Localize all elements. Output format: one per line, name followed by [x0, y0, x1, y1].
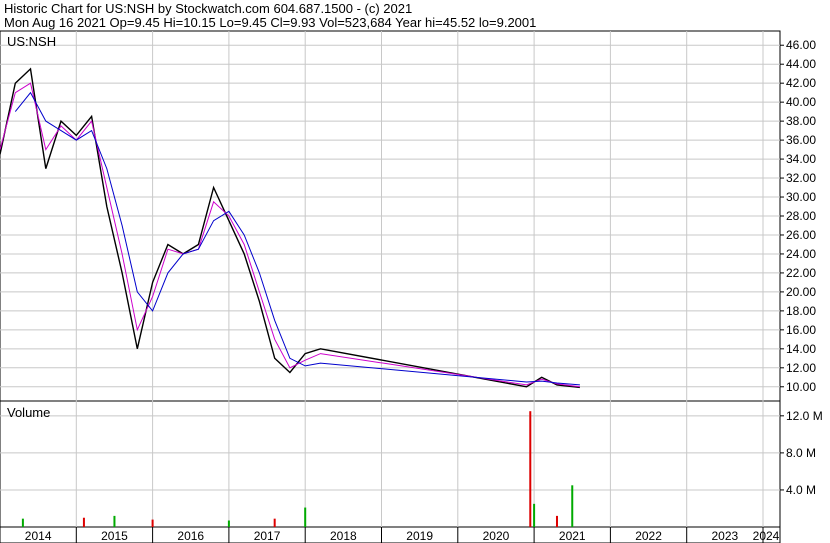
volume-tick-label: 12.0 M	[786, 409, 823, 423]
year-label: 2020	[483, 529, 510, 543]
volume-bar	[113, 515, 116, 527]
volume-bar	[571, 485, 574, 527]
year-label: 2018	[330, 529, 357, 543]
price-axis: 46.00 44.00 42.00 40.00 38.00 36.00 34.00 32.00…	[780, 38, 816, 394]
volume-panel-frame	[0, 400, 781, 528]
price-tick-label: 34.00	[786, 152, 816, 166]
price-panel-title: US:NSH	[7, 34, 56, 49]
volume-bar	[273, 518, 276, 527]
price-tick-label: 24.00	[786, 247, 816, 261]
year-label: 2021	[559, 529, 586, 543]
price-tick-label: 20.00	[786, 285, 816, 299]
volume-bar	[529, 411, 532, 527]
price-tick-label: 44.00	[786, 57, 816, 71]
price-tick-label: 18.00	[786, 304, 816, 318]
year-label: 2024	[753, 529, 780, 543]
price-tick-label: 26.00	[786, 228, 816, 242]
year-label: 2019	[406, 529, 433, 543]
year-label: 2023	[711, 529, 738, 543]
price-tick-label: 30.00	[786, 190, 816, 204]
volume-bar	[21, 518, 24, 527]
price-tick-label: 12.00	[786, 361, 816, 375]
price-tick-label: 28.00	[786, 209, 816, 223]
volume-panel-title: Volume	[7, 405, 50, 420]
year-label: 2022	[635, 529, 662, 543]
price-tick-label: 32.00	[786, 171, 816, 185]
volume-bar	[151, 519, 154, 527]
volume-bar	[227, 520, 230, 527]
year-label: 2016	[177, 529, 204, 543]
volume-bar	[555, 515, 558, 527]
volume-bar	[533, 503, 536, 527]
volume-bar	[82, 517, 85, 527]
price-tick-label: 46.00	[786, 38, 816, 52]
volume-tick-label: 4.0 M	[786, 483, 816, 497]
price-tick-label: 14.00	[786, 342, 816, 356]
price-tick-label: 16.00	[786, 323, 816, 337]
price-tick-label: 38.00	[786, 114, 816, 128]
year-label: 2014	[25, 529, 52, 543]
price-tick-label: 10.00	[786, 380, 816, 394]
price-tick-label: 36.00	[786, 133, 816, 147]
year-label: 2017	[254, 529, 281, 543]
volume-axis: 12.0 M 8.0 M 4.0 M	[780, 409, 823, 497]
stock-chart: 46.00 44.00 42.00 40.00 38.00 36.00 34.00 32.00…	[0, 30, 823, 543]
price-tick-label: 22.00	[786, 266, 816, 280]
volume-tick-label: 8.0 M	[786, 446, 816, 460]
price-tick-label: 40.00	[786, 95, 816, 109]
volume-bar	[304, 507, 307, 527]
year-label: 2015	[101, 529, 128, 543]
price-tick-label: 42.00	[786, 76, 816, 90]
